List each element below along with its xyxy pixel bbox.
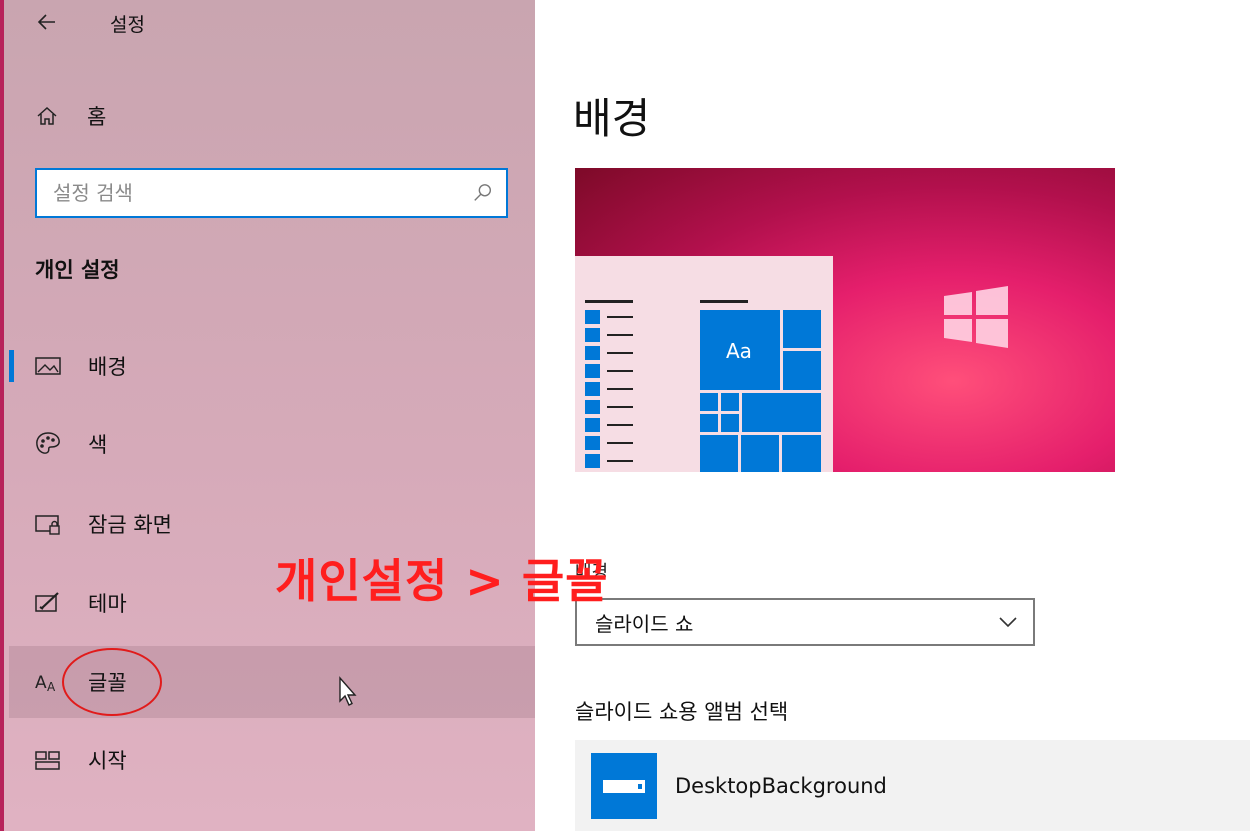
annotation-label: 개인설정 > 글꼴 — [275, 554, 609, 608]
window-title: 설정 — [110, 14, 145, 36]
album-select-label: 슬라이드 쇼용 앨범 선택 — [575, 700, 789, 724]
mouse-cursor-icon — [339, 676, 357, 706]
picture-icon — [35, 357, 61, 375]
sidebar-item-label: 색 — [88, 433, 108, 457]
sidebar-item-label: 잠금 화면 — [88, 513, 172, 537]
home-label: 홈 — [87, 105, 107, 129]
background-type-dropdown[interactable]: 슬라이드 쇼 — [575, 598, 1035, 646]
sidebar-item-label: 시작 — [88, 749, 127, 773]
sidebar-item-font[interactable]: A A 글꼴 — [9, 646, 535, 718]
sidebar: 설정 홈 개인 설정 배경 색 잠금 화면 — [0, 0, 535, 831]
sidebar-item-label: 배경 — [88, 355, 127, 379]
folder-icon — [591, 752, 657, 819]
sidebar-item-start[interactable]: 시작 — [9, 724, 535, 796]
windows-logo-icon — [944, 286, 1008, 348]
dropdown-value: 슬라이드 쇼 — [595, 611, 694, 636]
start-icon — [35, 751, 60, 770]
album-item[interactable]: DesktopBackground — [575, 740, 1250, 831]
sidebar-item-color[interactable]: 색 — [9, 408, 535, 480]
page-title: 배경 — [573, 94, 651, 143]
background-preview: Aa — [575, 168, 1115, 472]
search-icon[interactable] — [472, 182, 494, 204]
settings-search[interactable] — [35, 168, 508, 218]
preview-start-layout: Aa — [585, 300, 821, 472]
preview-start-menu: Aa — [575, 256, 833, 472]
font-icon: A A — [35, 673, 56, 694]
sidebar-item-label: 글꼴 — [88, 671, 127, 695]
lock-screen-icon — [35, 515, 60, 535]
home-nav[interactable]: 홈 — [35, 100, 106, 132]
svg-text:A: A — [35, 673, 47, 693]
theme-icon — [35, 592, 59, 612]
sidebar-item-label: 테마 — [88, 592, 127, 616]
section-title: 개인 설정 — [35, 258, 120, 282]
chevron-down-icon — [999, 617, 1017, 628]
svg-text:A: A — [47, 680, 56, 694]
home-icon — [37, 106, 57, 125]
search-input[interactable] — [37, 180, 472, 206]
album-name: DesktopBackground — [675, 773, 887, 798]
back-arrow-icon[interactable] — [35, 10, 59, 34]
palette-icon — [36, 432, 60, 454]
sidebar-item-background[interactable]: 배경 — [9, 330, 535, 402]
preview-tile-text: Aa — [726, 339, 752, 363]
